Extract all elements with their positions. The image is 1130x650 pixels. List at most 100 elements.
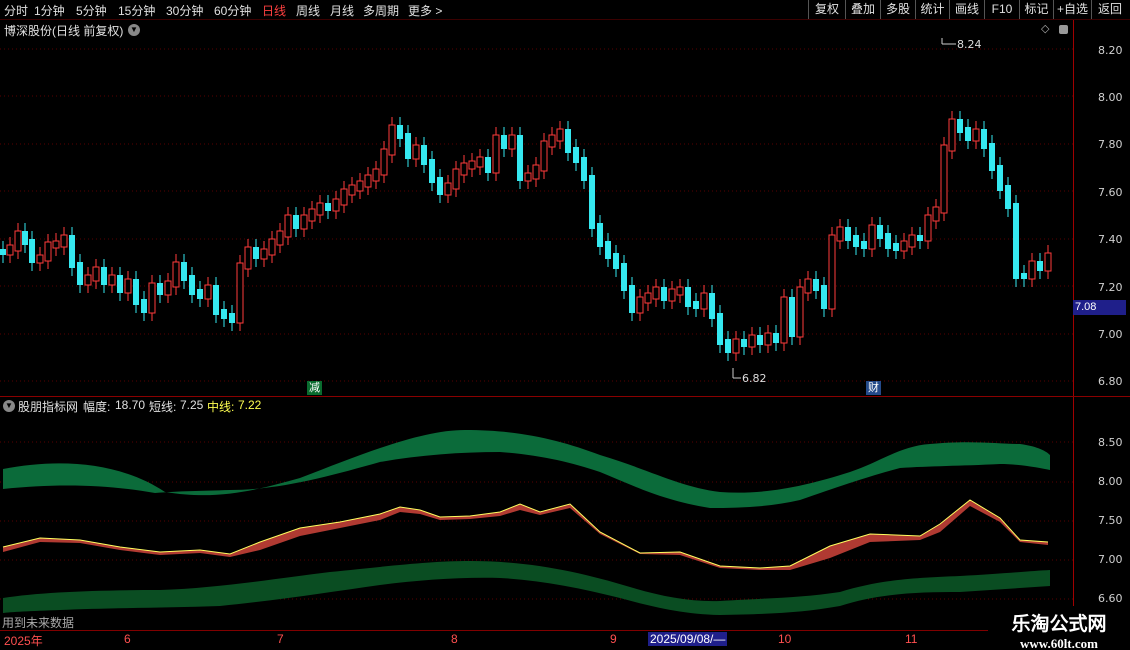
tab-multi-period[interactable]: 多周期 [363, 2, 399, 19]
candle-body [789, 297, 795, 337]
event-marker-finance[interactable]: 财 [866, 381, 881, 395]
watermark-url: www.60lt.com [1020, 636, 1098, 650]
candle-body [421, 145, 427, 165]
candle-body [213, 285, 219, 315]
candle-body [501, 135, 507, 149]
price-axis-line [1073, 20, 1074, 396]
candle-body [412, 144, 420, 160]
back-button[interactable]: 返回 [1091, 0, 1128, 19]
candle-body [133, 279, 139, 305]
price-label: 7.20 [1098, 281, 1123, 294]
tab-30min[interactable]: 30分钟 [166, 2, 203, 19]
candle-body [492, 134, 500, 174]
candle-body [709, 293, 715, 319]
price-label: 7.80 [1098, 138, 1123, 151]
candle-body [981, 129, 987, 149]
indicator-chart[interactable] [0, 397, 1073, 630]
candle-body [293, 215, 299, 229]
candle-body [965, 127, 971, 141]
candle-body [437, 177, 443, 195]
candle-body [204, 284, 212, 300]
indicator-axis-label: 8.50 [1098, 436, 1123, 449]
candle-body [468, 160, 476, 170]
candle-body [348, 184, 356, 196]
tab-daily[interactable]: 日线 [262, 2, 286, 19]
candle-body [29, 239, 35, 263]
statistics-button[interactable]: 统计 [915, 0, 949, 19]
candle-body [565, 129, 571, 153]
candle-body [276, 230, 284, 246]
candle-body [589, 175, 595, 229]
indicator-axis-label: 8.00 [1098, 475, 1123, 488]
candle-body [325, 203, 331, 211]
candle-body [268, 238, 276, 256]
candle-body [877, 225, 883, 239]
candle-body [821, 285, 827, 309]
candle-body [405, 133, 411, 159]
indicator-axis-line [1073, 397, 1074, 630]
candle-body [957, 119, 963, 133]
tab-60min[interactable]: 60分钟 [214, 2, 251, 19]
candle-body [845, 227, 851, 241]
add-watchlist-button[interactable]: +自选 [1053, 0, 1091, 19]
candle-body [948, 118, 956, 152]
f10-button[interactable]: F10 [984, 0, 1019, 19]
candle-body [780, 296, 788, 344]
candle-body [253, 247, 259, 259]
event-marker-reduce[interactable]: 减 [307, 381, 322, 395]
high-marker-label: 8.24 [957, 38, 982, 50]
overlay-button[interactable]: 叠加 [845, 0, 880, 19]
candle-body [1028, 260, 1036, 280]
mark-button[interactable]: 标记 [1019, 0, 1053, 19]
candle-body [597, 223, 603, 247]
price-label: 6.80 [1098, 375, 1123, 388]
indicator-axis-label: 7.50 [1098, 514, 1123, 527]
candle-body [900, 240, 908, 252]
tab-5min[interactable]: 5分钟 [76, 2, 107, 19]
candle-body [221, 309, 227, 319]
tab-15min[interactable]: 15分钟 [118, 2, 155, 19]
candle-body [732, 338, 740, 354]
candle-body [92, 266, 100, 282]
candle-body [629, 285, 635, 313]
candle-body [485, 157, 491, 173]
candle-body [997, 165, 1003, 191]
tab-monthly[interactable]: 月线 [330, 2, 354, 19]
candle-body [764, 332, 772, 346]
candle-body [476, 156, 484, 168]
tab-1min[interactable]: 1分钟 [34, 2, 65, 19]
candle-body [917, 235, 923, 241]
candle-body [300, 214, 308, 230]
restore-rights-button[interactable]: 复权 [808, 0, 845, 19]
candle-body [685, 287, 691, 307]
candlestick-chart[interactable] [0, 20, 1073, 396]
candle-body [1037, 261, 1043, 271]
candle-body [452, 168, 460, 190]
candle-body [853, 235, 859, 247]
candle-body [340, 188, 348, 206]
period-toolbar: 分时 1分钟 5分钟 15分钟 30分钟 60分钟 日线 周线 月线 多周期 更… [0, 0, 1130, 20]
candle-body [661, 287, 667, 301]
candle-body [0, 249, 6, 255]
candle-body [540, 140, 548, 172]
candle-body [77, 262, 83, 285]
candle-body [189, 275, 195, 295]
candle-body [644, 292, 652, 304]
candle-body [700, 292, 708, 310]
candle-body [668, 288, 676, 302]
drawing-button[interactable]: 画线 [949, 0, 984, 19]
tab-fenshi[interactable]: 分时 [4, 2, 28, 19]
candle-body [332, 198, 340, 212]
date-tick: 9 [610, 632, 617, 646]
candle-body [244, 246, 252, 270]
candle-body [60, 234, 68, 248]
candle-body [1021, 273, 1027, 279]
date-axis: 2025年 6 7 8 9 10 11 2025/09/08/— [0, 630, 1130, 650]
tab-weekly[interactable]: 周线 [296, 2, 320, 19]
indicator-axis-label: 7.00 [1098, 553, 1123, 566]
candle-body [796, 286, 804, 338]
multi-stock-button[interactable]: 多股 [880, 0, 915, 19]
tab-more[interactable]: 更多 > [408, 2, 442, 19]
candle-body [508, 134, 516, 150]
price-label: 7.60 [1098, 186, 1123, 199]
